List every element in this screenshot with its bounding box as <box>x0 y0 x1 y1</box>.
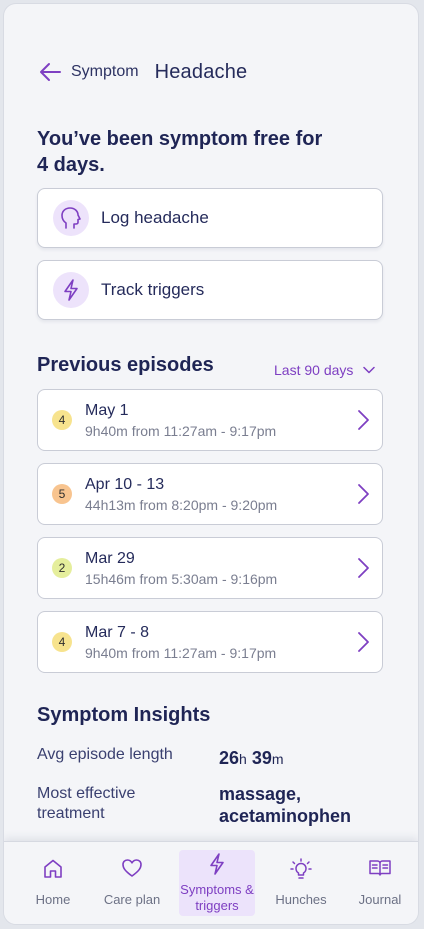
nav-hunches[interactable]: Hunches <box>263 850 339 916</box>
header: Symptom Headache <box>38 60 247 84</box>
heart-icon <box>122 859 142 877</box>
symptom-free-status: You’ve been symptom free for 4 days. <box>37 128 323 176</box>
nav-care-plan[interactable]: Care plan <box>94 850 170 916</box>
episode-duration: 9h40m from 11:27am - 9:17pm <box>85 423 277 439</box>
back-button[interactable] <box>38 60 62 84</box>
chevron-down-icon <box>363 366 376 374</box>
log-headache-label: Log headache <box>101 208 209 227</box>
episode-card[interactable]: 2 Mar 29 15h46m from 5:30am - 9:16pm <box>37 537 383 599</box>
page-title: Headache <box>154 60 248 83</box>
breadcrumb[interactable]: Symptom <box>71 63 139 81</box>
chevron-right-icon <box>358 484 369 504</box>
nav-care-plan-label: Care plan <box>103 892 161 907</box>
head-icon <box>53 200 89 236</box>
episode-date: Mar 29 <box>85 550 135 567</box>
app-screen: Symptom Headache You’ve been symptom fre… <box>4 4 418 924</box>
lightbulb-icon <box>290 858 312 879</box>
symptom-insights-heading: Symptom Insights <box>37 704 211 726</box>
episode-card[interactable]: 4 May 1 9h40m from 11:27am - 9:17pm <box>37 389 383 451</box>
track-triggers-button[interactable]: Track triggers <box>37 260 383 320</box>
episode-date: May 1 <box>85 402 129 419</box>
log-headache-button[interactable]: Log headache <box>37 188 383 248</box>
home-icon <box>44 859 62 878</box>
episode-duration: 15h46m from 5:30am - 9:16pm <box>85 571 278 587</box>
chevron-right-icon <box>358 558 369 578</box>
nav-journal-label: Journal <box>358 892 402 907</box>
arrow-left-icon <box>40 63 61 81</box>
severity-badge: 4 <box>52 632 72 652</box>
book-icon <box>369 860 391 876</box>
episode-card[interactable]: 4 Mar 7 - 8 9h40m from 11:27am - 9:17pm <box>37 611 383 673</box>
date-range-filter[interactable]: Last 90 days <box>274 362 376 378</box>
episode-card[interactable]: 5 Apr 10 - 13 44h13m from 8:20pm - 9:20p… <box>37 463 383 525</box>
previous-episodes-heading: Previous episodes <box>37 354 214 376</box>
nav-symptoms-triggers[interactable]: Symptoms & triggers <box>179 850 255 916</box>
chevron-right-icon <box>358 632 369 652</box>
most-effective-treatment-value: massage, acetaminophen <box>219 784 352 826</box>
nav-journal[interactable]: Journal <box>342 850 418 916</box>
severity-badge: 4 <box>52 410 72 430</box>
nav-home[interactable]: Home <box>15 850 91 916</box>
avg-episode-length-value: 26h 39m <box>219 748 284 768</box>
lightning-icon <box>53 272 89 308</box>
episode-duration: 44h13m from 8:20pm - 9:20pm <box>85 497 278 513</box>
lightning-icon <box>210 853 224 875</box>
chevron-right-icon <box>358 410 369 430</box>
episode-date: Apr 10 - 13 <box>85 476 165 493</box>
nav-home-label: Home <box>35 892 71 907</box>
episode-duration: 9h40m from 11:27am - 9:17pm <box>85 645 277 661</box>
nav-symptoms-triggers-label: Symptoms & triggers <box>180 882 254 913</box>
date-range-label: Last 90 days <box>274 362 354 378</box>
track-triggers-label: Track triggers <box>101 280 205 299</box>
episode-date: Mar 7 - 8 <box>85 624 150 641</box>
nav-hunches-label: Hunches <box>275 892 327 907</box>
bottom-navigation: Home Care plan Symptoms & triggers Hunch… <box>4 841 418 924</box>
severity-badge: 5 <box>52 484 72 504</box>
most-effective-treatment-label: Most effective treatment <box>37 785 136 822</box>
avg-episode-length-label: Avg episode length <box>37 746 173 763</box>
severity-badge: 2 <box>52 558 72 578</box>
